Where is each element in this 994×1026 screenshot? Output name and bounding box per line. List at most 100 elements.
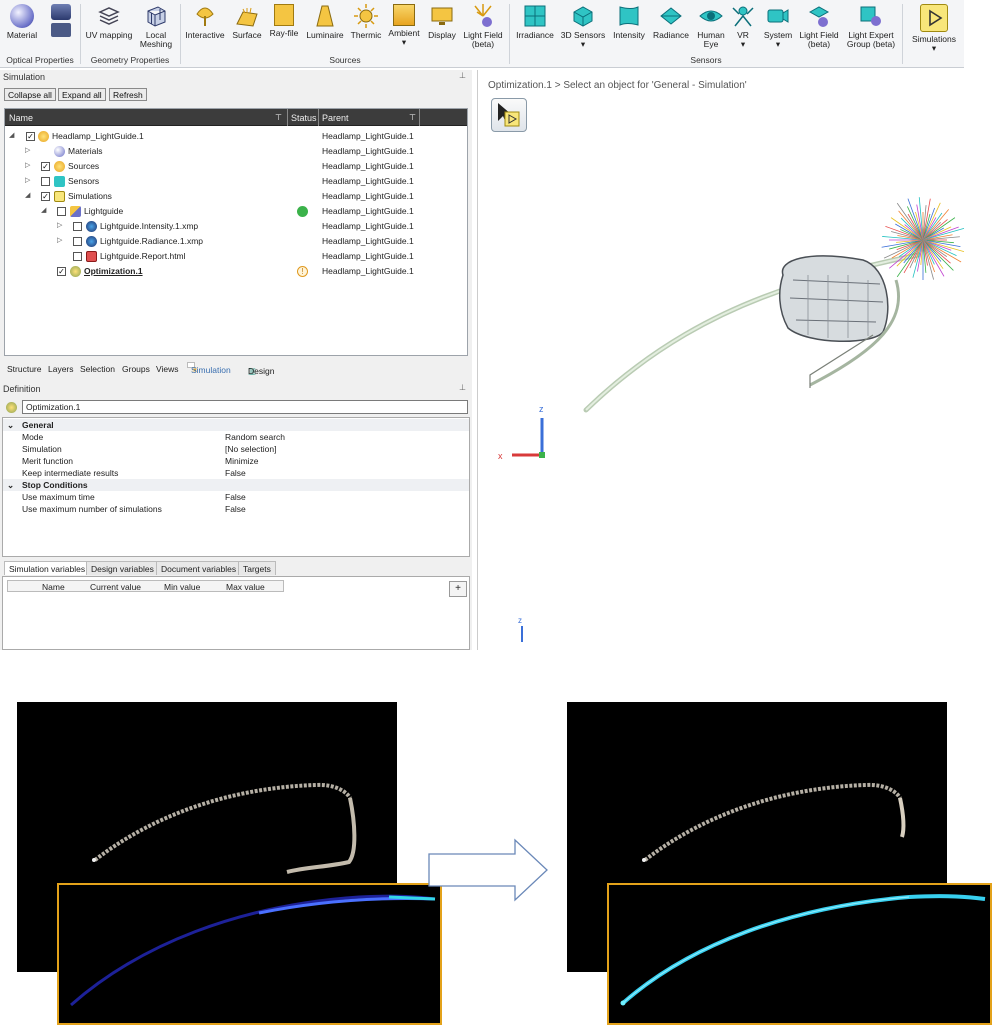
collapse-all-button[interactable]: Collapse all bbox=[4, 88, 56, 101]
tab-groups[interactable]: Groups bbox=[122, 364, 150, 374]
property-key: Use maximum number of simulations bbox=[22, 504, 162, 514]
3d-viewport[interactable]: Optimization.1 > Select an object for 'G… bbox=[477, 70, 965, 650]
tab-design-variables[interactable]: Design variables bbox=[86, 561, 159, 575]
display-button[interactable]: Display bbox=[424, 4, 460, 40]
section-collapse-icon[interactable]: ⌄ bbox=[7, 420, 14, 431]
expand-arrow-icon[interactable]: ◢ bbox=[9, 131, 14, 139]
interactive-source-button[interactable]: Interactive bbox=[184, 4, 226, 40]
optical-properties-button[interactable] bbox=[48, 4, 74, 40]
property-value[interactable]: Random search bbox=[225, 432, 285, 442]
property-row[interactable]: Mode Random search bbox=[3, 431, 469, 443]
thermic-button[interactable]: Thermic bbox=[348, 4, 384, 40]
property-value[interactable]: False bbox=[225, 504, 246, 514]
tab-structure[interactable]: Structure bbox=[7, 364, 42, 374]
column-max-value[interactable]: Max value bbox=[226, 582, 265, 592]
property-value[interactable]: [No selection] bbox=[225, 444, 277, 454]
system-button[interactable]: System ▾ bbox=[759, 4, 797, 49]
tree-row[interactable]: ▷ Materials Headlamp_LightGuide.1 bbox=[5, 144, 465, 159]
light-field-source-button[interactable]: Light Field (beta) bbox=[461, 4, 505, 49]
surface-source-button[interactable]: Surface bbox=[230, 4, 264, 40]
material-button[interactable]: Material bbox=[5, 4, 39, 40]
expand-arrow-icon[interactable]: ▷ bbox=[57, 236, 62, 244]
add-variable-button[interactable]: + bbox=[449, 581, 467, 597]
pin-icon[interactable]: ⊥ bbox=[459, 71, 466, 80]
column-status[interactable]: Status bbox=[291, 113, 317, 123]
variables-grid[interactable]: Name Current value Min value Max value + bbox=[2, 576, 470, 650]
property-value[interactable]: False bbox=[225, 468, 246, 478]
general-section[interactable]: ⌄ General bbox=[3, 419, 469, 431]
parent-filter-icon[interactable]: ⊤ bbox=[409, 113, 416, 122]
row-checkbox[interactable] bbox=[73, 252, 82, 261]
refresh-button[interactable]: Refresh bbox=[109, 88, 147, 101]
property-value[interactable]: Minimize bbox=[225, 456, 259, 466]
expand-arrow-icon[interactable]: ▷ bbox=[25, 161, 30, 169]
property-row[interactable]: Use maximum time False bbox=[3, 491, 469, 503]
tab-targets[interactable]: Targets bbox=[238, 561, 276, 575]
luminaire-button[interactable]: Luminaire bbox=[304, 4, 346, 40]
simulations-button[interactable]: Simulations ▾ bbox=[906, 4, 962, 53]
row-checkbox[interactable] bbox=[73, 237, 82, 246]
light-expert-button[interactable]: Light Expert Group (beta) bbox=[843, 4, 899, 49]
pin-icon[interactable]: ⊥ bbox=[459, 383, 466, 392]
tree-row[interactable]: ▷ Lightguide.Radiance.1.xmp Headlamp_Lig… bbox=[5, 234, 465, 249]
human-eye-button[interactable]: Human Eye bbox=[693, 4, 729, 49]
expand-arrow-icon[interactable]: ▷ bbox=[25, 146, 30, 154]
name-filter-icon[interactable]: ⊤ bbox=[275, 113, 282, 122]
column-parent[interactable]: Parent bbox=[322, 113, 349, 123]
tree-row[interactable]: Lightguide.Report.html Headlamp_LightGui… bbox=[5, 249, 465, 264]
property-row[interactable]: Merit function Minimize bbox=[3, 455, 469, 467]
intensity-button[interactable]: Intensity bbox=[609, 4, 649, 40]
row-checkbox[interactable] bbox=[41, 177, 50, 186]
tab-selection[interactable]: Selection bbox=[80, 364, 115, 374]
tab-simulation-variables[interactable]: Simulation variables bbox=[4, 561, 91, 575]
column-min-value[interactable]: Min value bbox=[164, 582, 200, 592]
simulation-tree[interactable]: Name ⊤ Status Parent ⊤ ◢ ✓ Headlamp_Ligh… bbox=[4, 108, 468, 356]
thermic-label: Thermic bbox=[350, 30, 382, 40]
expand-arrow-icon[interactable]: ▷ bbox=[57, 221, 62, 229]
irradiance-button[interactable]: Irradiance bbox=[513, 4, 557, 40]
row-checkbox[interactable]: ✓ bbox=[41, 192, 50, 201]
row-checkbox[interactable] bbox=[73, 222, 82, 231]
row-checkbox[interactable] bbox=[57, 207, 66, 216]
light-field-sensor-button[interactable]: Light Field (beta) bbox=[798, 4, 840, 49]
ambient-button[interactable]: Ambient ▾ bbox=[386, 4, 422, 47]
tree-row[interactable]: ◢ Lightguide Headlamp_LightGuide.1 bbox=[5, 204, 465, 219]
uv-mapping-button[interactable]: UV mapping bbox=[84, 4, 134, 40]
tree-row[interactable]: ◢ ✓ Headlamp_LightGuide.1 Headlamp_Light… bbox=[5, 129, 465, 144]
row-name: Headlamp_LightGuide.1 bbox=[52, 131, 144, 141]
column-current-value[interactable]: Current value bbox=[90, 582, 141, 592]
axis-triad: z x bbox=[498, 404, 545, 461]
expand-all-button[interactable]: Expand all bbox=[58, 88, 106, 101]
ray-file-button[interactable]: Ray-file bbox=[266, 4, 302, 38]
local-meshing-button[interactable]: Local Meshing bbox=[138, 4, 174, 49]
tree-row[interactable]: ▷ Lightguide.Intensity.1.xmp Headlamp_Li… bbox=[5, 219, 465, 234]
property-value[interactable]: False bbox=[225, 492, 246, 502]
tree-row[interactable]: ▷ ✓ Sources Headlamp_LightGuide.1 bbox=[5, 159, 465, 174]
collapse-arrow-icon[interactable]: ◢ bbox=[25, 191, 30, 199]
tree-row[interactable]: ▷ Sensors Headlamp_LightGuide.1 bbox=[5, 174, 465, 189]
tab-layers[interactable]: Layers bbox=[48, 364, 74, 374]
collapse-arrow-icon[interactable]: ◢ bbox=[41, 206, 46, 214]
expand-arrow-icon[interactable]: ▷ bbox=[25, 176, 30, 184]
3d-sensors-button[interactable]: 3D Sensors ▾ bbox=[559, 4, 607, 49]
row-name: Optimization.1 bbox=[84, 266, 143, 276]
section-collapse-icon[interactable]: ⌄ bbox=[7, 480, 14, 491]
tree-row[interactable]: ◢ ✓ Simulations Headlamp_LightGuide.1 bbox=[5, 189, 465, 204]
tab-views[interactable]: Views bbox=[156, 364, 179, 374]
stop-conditions-section[interactable]: ⌄ Stop Conditions bbox=[3, 479, 469, 491]
column-name[interactable]: Name bbox=[9, 113, 33, 123]
tab-simulation[interactable]: ☀ Simulation bbox=[187, 362, 231, 375]
vr-button[interactable]: VR ▾ bbox=[730, 4, 756, 49]
column-name[interactable]: Name bbox=[42, 582, 65, 592]
radiance-button[interactable]: Radiance bbox=[650, 4, 692, 40]
property-row[interactable]: Simulation [No selection] bbox=[3, 443, 469, 455]
row-checkbox[interactable]: ✓ bbox=[41, 162, 50, 171]
row-checkbox[interactable]: ✓ bbox=[57, 267, 66, 276]
definition-name-field[interactable]: Optimization.1 bbox=[22, 400, 468, 414]
definition-grid[interactable]: ⌄ General Mode Random search Simulation [No… bbox=[2, 417, 470, 557]
row-checkbox[interactable]: ✓ bbox=[26, 132, 35, 141]
property-row[interactable]: Keep intermediate results False bbox=[3, 467, 469, 479]
property-row[interactable]: Use maximum number of simulations False bbox=[3, 503, 469, 515]
tree-row-selected[interactable]: ✓ Optimization.1 ! Headlamp_LightGuide.1 bbox=[5, 264, 465, 279]
tab-document-variables[interactable]: Document variables bbox=[156, 561, 242, 575]
